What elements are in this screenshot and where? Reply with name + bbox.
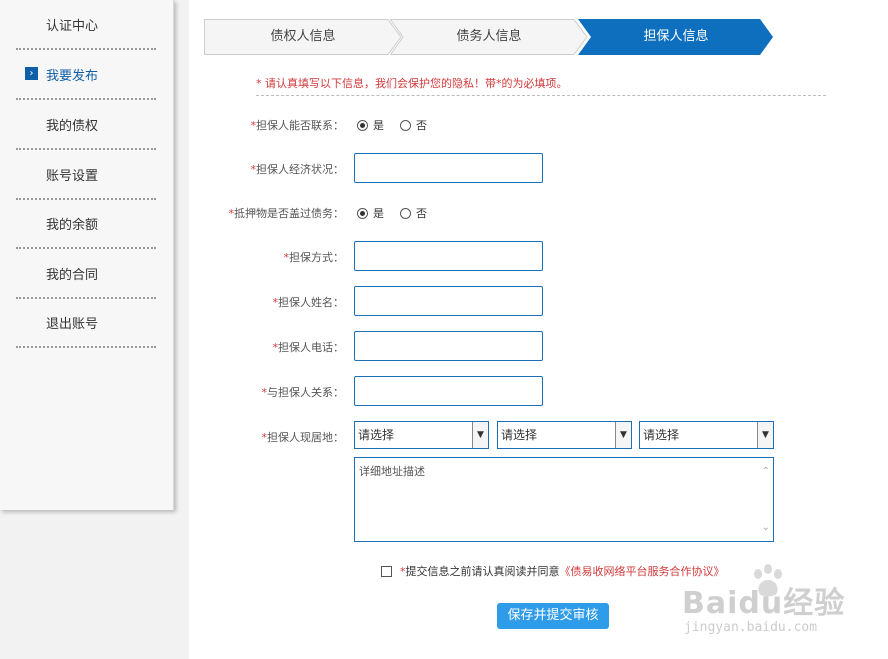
sidebar-item-label: 退出账号 xyxy=(46,316,99,332)
sidebar-item-logout[interactable]: 退出账号 xyxy=(16,298,156,348)
sidebar-item-account-settings[interactable]: 账号设置 xyxy=(16,150,156,200)
sidebar-item-label: 我的债权 xyxy=(46,118,99,134)
district-select[interactable]: 请选择 ▼ xyxy=(639,421,774,449)
field-label: *抵押物是否盖过债务： xyxy=(228,207,345,220)
sidebar-item-label: 认证中心 xyxy=(46,18,99,34)
radio-collateral-yes[interactable]: 是 xyxy=(357,205,384,221)
agreement-text: 提交信息之前请认真阅读并同意 xyxy=(405,565,560,578)
baidu-watermark: Baidu经验 jingyan.baidu.com xyxy=(682,560,882,650)
relationship-input[interactable] xyxy=(354,376,543,406)
guarantor-phone-input[interactable] xyxy=(354,331,543,361)
guarantor-economy-input[interactable] xyxy=(354,153,543,183)
sidebar-item-label: 我的合同 xyxy=(46,267,99,283)
sidebar-item-balance[interactable]: 我的余额 xyxy=(16,199,156,249)
scroll-up-icon[interactable]: ⌃ xyxy=(762,466,770,477)
chevron-right-icon: › xyxy=(25,67,38,80)
province-select[interactable]: 请选择 ▼ xyxy=(354,421,489,449)
sidebar-item-label: 账号设置 xyxy=(46,168,99,184)
sidebar-item-auth-center[interactable]: 认证中心 xyxy=(16,0,156,50)
radio-unchecked-icon xyxy=(400,119,411,131)
agreement-row: * 提交信息之前请认真阅读并同意 《债易收网络平台服务合作协议》 xyxy=(381,563,725,579)
address-placeholder: 详细地址描述 xyxy=(359,465,425,478)
sidebar-item-label: 我的余额 xyxy=(46,217,99,233)
field-label: *担保方式： xyxy=(283,251,345,264)
step-label: 债权人信息 xyxy=(270,29,336,44)
field-label: *担保人经济状况： xyxy=(250,163,345,176)
step-guarantor-info[interactable]: 担保人信息 xyxy=(578,19,774,55)
required-notice: * 请认真填写以下信息，我们会保护您的隐私！带*的为必填项。 xyxy=(256,75,826,96)
radio-contactable-no[interactable]: 否 xyxy=(400,117,427,133)
guarantor-name-input[interactable] xyxy=(354,286,543,316)
field-label: *担保人现居地： xyxy=(261,431,345,444)
step-label: 债务人信息 xyxy=(456,29,522,44)
sidebar-item-my-claims[interactable]: 我的债权 xyxy=(16,100,156,150)
city-select[interactable]: 请选择 ▼ xyxy=(497,421,632,449)
chevron-down-icon: ▼ xyxy=(615,422,631,448)
radio-checked-icon xyxy=(357,207,368,219)
radio-contactable-yes[interactable]: 是 xyxy=(357,117,384,133)
guarantee-method-input[interactable] xyxy=(354,241,543,271)
radio-checked-icon xyxy=(357,119,368,131)
sidebar: 认证中心 › 我要发布 我的债权 账号设置 我的余额 我的合同 退出账号 xyxy=(0,0,174,510)
field-label: *与担保人关系： xyxy=(261,386,345,399)
field-label: *担保人电话： xyxy=(272,341,345,354)
step-label: 担保人信息 xyxy=(643,29,709,44)
chevron-down-icon: ▼ xyxy=(757,422,773,448)
sidebar-item-contracts[interactable]: 我的合同 xyxy=(16,249,156,299)
field-label: *担保人姓名： xyxy=(272,296,345,309)
address-textarea[interactable]: 详细地址描述 ⌃ ⌄ xyxy=(354,457,774,542)
watermark-brand: Baidu经验 xyxy=(682,586,846,621)
scroll-down-icon[interactable]: ⌄ xyxy=(762,522,770,533)
step-debtor-info[interactable]: 债务人信息 xyxy=(390,19,588,55)
chevron-down-icon: ▼ xyxy=(472,422,488,448)
step-progress: 债权人信息 债务人信息 担保人信息 xyxy=(204,19,784,55)
radio-unchecked-icon xyxy=(400,207,411,219)
save-submit-button[interactable]: 保存并提交审核 xyxy=(497,603,609,629)
agreement-checkbox[interactable] xyxy=(381,565,392,577)
sidebar-item-label: 我要发布 xyxy=(46,68,99,84)
step-creditor-info[interactable]: 债权人信息 xyxy=(204,19,402,55)
field-label: *担保人能否联系： xyxy=(250,119,345,132)
radio-collateral-no[interactable]: 否 xyxy=(400,205,427,221)
sidebar-item-publish[interactable]: › 我要发布 xyxy=(16,50,156,100)
watermark-url: jingyan.baidu.com xyxy=(684,620,818,635)
